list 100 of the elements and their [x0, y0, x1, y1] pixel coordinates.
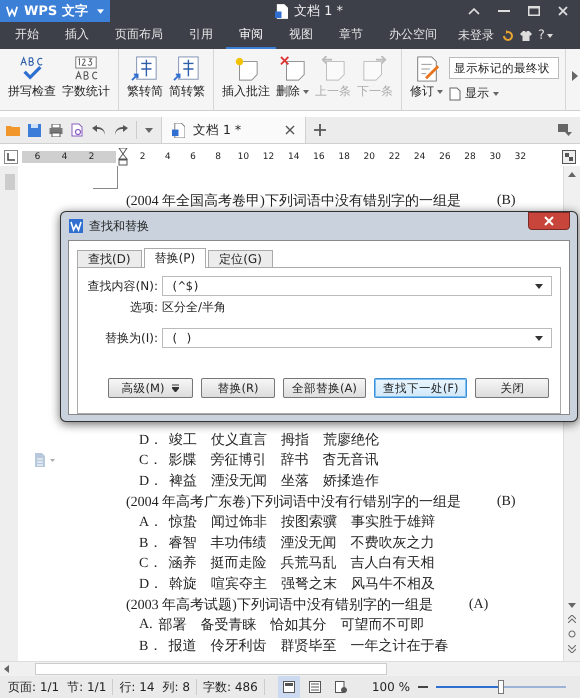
option-term: 按图索骥: [281, 513, 338, 532]
option-term: 荒廖绝伦: [323, 431, 380, 449]
previous-page-icon[interactable]: [568, 615, 576, 623]
tab-stop-selector[interactable]: [4, 150, 18, 164]
zoom-slider[interactable]: [436, 679, 566, 695]
sync-icon[interactable]: [502, 30, 514, 42]
app-menu-button[interactable]: WPS 文字: [0, 0, 110, 22]
dialog-tab[interactable]: 定位(G): [208, 250, 273, 267]
login-status[interactable]: 未登录: [458, 27, 494, 44]
option-term: 涵养: [168, 554, 196, 572]
menu-tab[interactable]: 办公空间: [376, 22, 450, 49]
ruler-number: 18: [337, 152, 351, 162]
ruler-number: 20: [362, 152, 376, 162]
dialog-button[interactable]: 高级(M): [108, 378, 193, 398]
caret-icon: [437, 90, 443, 94]
ribbon-button[interactable]: 字数统计: [60, 51, 112, 104]
ruler-number: 4: [164, 152, 172, 162]
convert-characters-icon: [173, 56, 201, 82]
caret-icon[interactable]: [546, 34, 553, 38]
undo-icon[interactable]: [92, 125, 106, 135]
print-icon[interactable]: [49, 124, 63, 136]
document-icon: [172, 122, 185, 138]
ribbon-scroll-arrow-icon[interactable]: [572, 71, 578, 81]
option-term: 挺而走险: [210, 554, 266, 572]
options-value: 区分全/半角: [162, 299, 226, 316]
status-text: 字数: 486: [202, 678, 258, 696]
ruler-toggle-icon[interactable]: [562, 150, 576, 164]
dialog-tab[interactable]: 替换(P): [144, 248, 206, 268]
new-tab-icon[interactable]: [314, 124, 326, 136]
menu-tab[interactable]: 插入: [52, 22, 102, 49]
option-term: 湮没无闻: [280, 534, 336, 552]
find-field[interactable]: (^$): [162, 276, 552, 296]
ribbon-button[interactable]: 拼写检查: [6, 51, 58, 104]
option-letter: D．: [139, 576, 164, 594]
ribbon-button[interactable]: 删除: [274, 51, 311, 104]
ribbon-button[interactable]: 繁转简: [125, 51, 165, 104]
horizontal-scrollbar[interactable]: [0, 661, 580, 676]
option-term: 不费吹灰之力: [350, 534, 434, 552]
option-letter: B．: [139, 534, 162, 552]
previous-comment-icon: [319, 56, 347, 82]
menu-tab[interactable]: 视图: [276, 22, 326, 49]
option-term: 兵荒马乱: [280, 554, 336, 572]
save-icon[interactable]: [28, 124, 41, 136]
show-button[interactable]: 显示: [449, 85, 559, 102]
help-button[interactable]: ?: [538, 28, 545, 43]
next-comment-icon: [361, 56, 389, 82]
menu-tab[interactable]: 页面布局: [102, 22, 176, 49]
question-text: (2004 年全国高考卷甲)下列词语中没有错别字的一组是: [126, 192, 461, 210]
ruler-number: 28: [463, 152, 477, 162]
browse-object-icon[interactable]: [568, 630, 576, 638]
scrollbar-thumb[interactable]: [35, 663, 387, 675]
document-icon: [449, 86, 461, 100]
close-tab-icon[interactable]: [285, 125, 295, 135]
option-term: 喧宾夺主: [211, 575, 268, 594]
replace-field[interactable]: ( ): [162, 328, 552, 348]
question-text: (2003 年高考试题)下列词语中没有错别字的一组是: [126, 596, 433, 614]
ruler-number: 22: [388, 152, 402, 162]
option-letter: C．: [139, 452, 162, 470]
dialog-tab[interactable]: 查找(D): [77, 250, 142, 267]
ruler-number: 6: [34, 152, 42, 162]
option-term: 竣工: [169, 432, 198, 449]
ribbon-button[interactable]: 修订: [408, 51, 445, 104]
slider-thumb[interactable]: [498, 680, 504, 694]
dropdown-arrow-icon: [172, 384, 180, 392]
scroll-down-icon[interactable]: [568, 603, 576, 608]
option-term: 一年之计在于春: [350, 637, 448, 655]
maximize-icon[interactable]: [528, 6, 540, 16]
option-term: 娇揉造作: [323, 472, 380, 490]
ribbon-button[interactable]: 插入批注: [220, 51, 272, 104]
dialog-button[interactable]: 替换(R): [201, 378, 275, 398]
scroll-left-icon[interactable]: [4, 665, 9, 673]
option-term: 伶牙利齿: [210, 638, 266, 655]
option-term: 坐落: [281, 472, 310, 490]
options-label: 选项:: [128, 299, 158, 316]
dialog-button[interactable]: 查找下一处(F): [374, 378, 468, 398]
collapse-ribbon-icon[interactable]: [468, 7, 480, 15]
menu-tab[interactable]: 引用: [176, 22, 226, 49]
shirt-icon[interactable]: [520, 30, 532, 42]
dialog-button[interactable]: 全部替换(A): [283, 378, 366, 398]
menu-tab[interactable]: 章节: [326, 22, 376, 49]
next-page-icon[interactable]: [568, 645, 576, 653]
customize-caret-icon[interactable]: [145, 128, 153, 132]
outline-view-icon: [308, 681, 321, 693]
print-preview-icon[interactable]: [71, 123, 84, 137]
view-mode-button[interactable]: [278, 676, 300, 698]
tab-list-icon[interactable]: [558, 124, 572, 136]
redo-icon[interactable]: [114, 125, 128, 135]
display-mode-field[interactable]: 显示标记的最终状: [449, 57, 559, 79]
dropdown-arrow-icon[interactable]: [535, 336, 543, 340]
page-view-icon: [282, 681, 295, 693]
document-tab[interactable]: 文档 1 *: [161, 117, 306, 143]
scroll-up-icon[interactable]: [568, 172, 576, 177]
indent-marker-icon[interactable]: [118, 148, 128, 166]
close-icon[interactable]: [558, 6, 568, 16]
dialog-button[interactable]: 关闭: [475, 378, 550, 398]
dropdown-arrow-icon[interactable]: [535, 284, 543, 288]
menu-tab[interactable]: 开始: [2, 22, 52, 49]
close-button[interactable]: [528, 212, 570, 230]
ruler-number: 8: [214, 152, 222, 162]
ribbon-button[interactable]: 简转繁: [167, 51, 207, 104]
